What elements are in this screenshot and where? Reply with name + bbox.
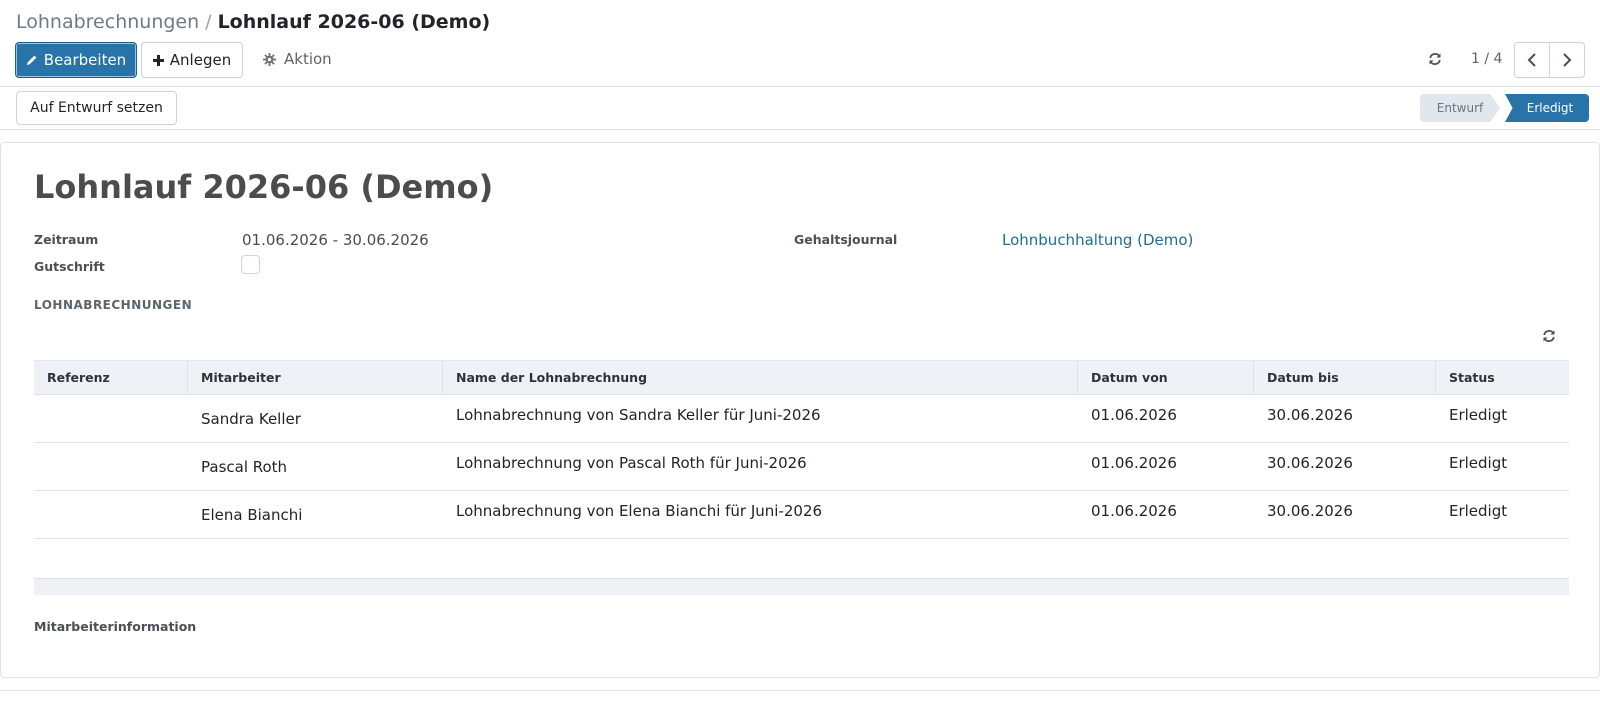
column-header-payslip-name[interactable]: Name der Lohnabrechnung	[443, 361, 1078, 394]
record-title: Lohnlauf 2026-06 (Demo)	[34, 168, 494, 206]
table-row[interactable]: Sandra Keller Lohnabrechnung von Sandra …	[34, 395, 1569, 443]
bottom-divider	[0, 690, 1600, 691]
cell-reference	[34, 443, 188, 490]
cell-status: Erledigt	[1449, 406, 1508, 424]
refresh-icon[interactable]	[1539, 326, 1559, 346]
cell-employee: Elena Bianchi	[201, 506, 303, 524]
column-header-date-from[interactable]: Datum von	[1078, 361, 1254, 394]
action-menu[interactable]: Aktion	[263, 48, 332, 70]
breadcrumb: Lohnabrechnungen / Lohnlauf 2026-06 (Demo)	[16, 9, 490, 35]
column-header-reference[interactable]: Referenz	[34, 361, 188, 394]
column-header-employee[interactable]: Mitarbeiter	[188, 361, 443, 394]
cell-payslip-name: Lohnabrechnung von Pascal Roth für Juni-…	[456, 454, 807, 472]
cell-employee: Sandra Keller	[201, 410, 301, 428]
column-header-status[interactable]: Status	[1436, 361, 1569, 394]
pager-next-button[interactable]	[1549, 43, 1584, 77]
pager-previous-button[interactable]	[1515, 43, 1549, 77]
journal-link[interactable]: Lohnbuchhaltung (Demo)	[1002, 230, 1193, 250]
form-sheet: Lohnlauf 2026-06 (Demo) Zeitraum 01.06.2…	[0, 142, 1600, 678]
credit-note-label: Gutschrift	[34, 259, 105, 274]
cell-employee: Pascal Roth	[201, 458, 288, 476]
breadcrumb-parent[interactable]: Lohnabrechnungen	[16, 11, 199, 33]
action-label: Aktion	[284, 50, 332, 68]
pager-buttons	[1514, 42, 1585, 78]
create-button[interactable]: Anlegen	[141, 42, 243, 78]
pager-value[interactable]: 1 / 4	[1471, 49, 1502, 69]
period-value: 01.06.2026 - 30.06.2026	[242, 231, 429, 249]
pencil-icon	[26, 54, 38, 66]
table-row[interactable]: Elena Bianchi Lohnabrechnung von Elena B…	[34, 491, 1569, 539]
stage-draft[interactable]: Entwurf	[1420, 94, 1500, 122]
cell-date-to: 30.06.2026	[1267, 406, 1353, 424]
stage-done[interactable]: Erledigt	[1505, 94, 1589, 122]
chevron-right-icon	[1562, 53, 1572, 67]
table-footer	[34, 579, 1569, 595]
cell-date-from: 01.06.2026	[1091, 454, 1177, 472]
create-button-label: Anlegen	[169, 51, 232, 69]
gear-icon	[263, 52, 276, 66]
cell-date-to: 30.06.2026	[1267, 454, 1353, 472]
table-row[interactable]: Pascal Roth Lohnabrechnung von Pascal Ro…	[34, 443, 1569, 491]
control-panel: Lohnabrechnungen / Lohnlauf 2026-06 (Demo)…	[0, 0, 1600, 87]
cell-date-from: 01.06.2026	[1091, 502, 1177, 520]
refresh-icon[interactable]	[1425, 49, 1445, 69]
employee-info-heading: Mitarbeiterinformation	[34, 619, 197, 634]
plus-icon	[152, 54, 164, 66]
journal-label: Gehaltsjournal	[794, 232, 898, 247]
table-header: Referenz Mitarbeiter Name der Lohnabrech…	[34, 360, 1569, 395]
cell-reference	[34, 491, 188, 538]
cell-payslip-name: Lohnabrechnung von Sandra Keller für Jun…	[456, 406, 821, 424]
cell-date-from: 01.06.2026	[1091, 406, 1177, 424]
cell-date-to: 30.06.2026	[1267, 502, 1353, 520]
credit-note-checkbox[interactable]	[241, 255, 260, 274]
status-bar: Auf Entwurf setzen Entwurf Erledigt	[0, 87, 1600, 130]
edit-button-label: Bearbeiten	[43, 51, 127, 69]
edit-button[interactable]: Bearbeiten	[15, 42, 137, 78]
payslips-section-title: LOHNABRECHNUNGEN	[34, 298, 193, 312]
payslips-table: Referenz Mitarbeiter Name der Lohnabrech…	[34, 360, 1569, 595]
cell-payslip-name: Lohnabrechnung von Elena Bianchi für Jun…	[456, 502, 823, 520]
period-label: Zeitraum	[34, 232, 99, 247]
cell-reference	[34, 395, 188, 442]
column-header-date-to[interactable]: Datum bis	[1254, 361, 1436, 394]
table-empty-row	[34, 539, 1569, 579]
set-to-draft-button[interactable]: Auf Entwurf setzen	[16, 91, 177, 125]
breadcrumb-current: Lohnlauf 2026-06 (Demo)	[217, 11, 491, 33]
breadcrumb-separator: /	[205, 11, 212, 33]
cell-status: Erledigt	[1449, 502, 1508, 520]
chevron-left-icon	[1527, 53, 1537, 67]
cell-status: Erledigt	[1449, 454, 1508, 472]
